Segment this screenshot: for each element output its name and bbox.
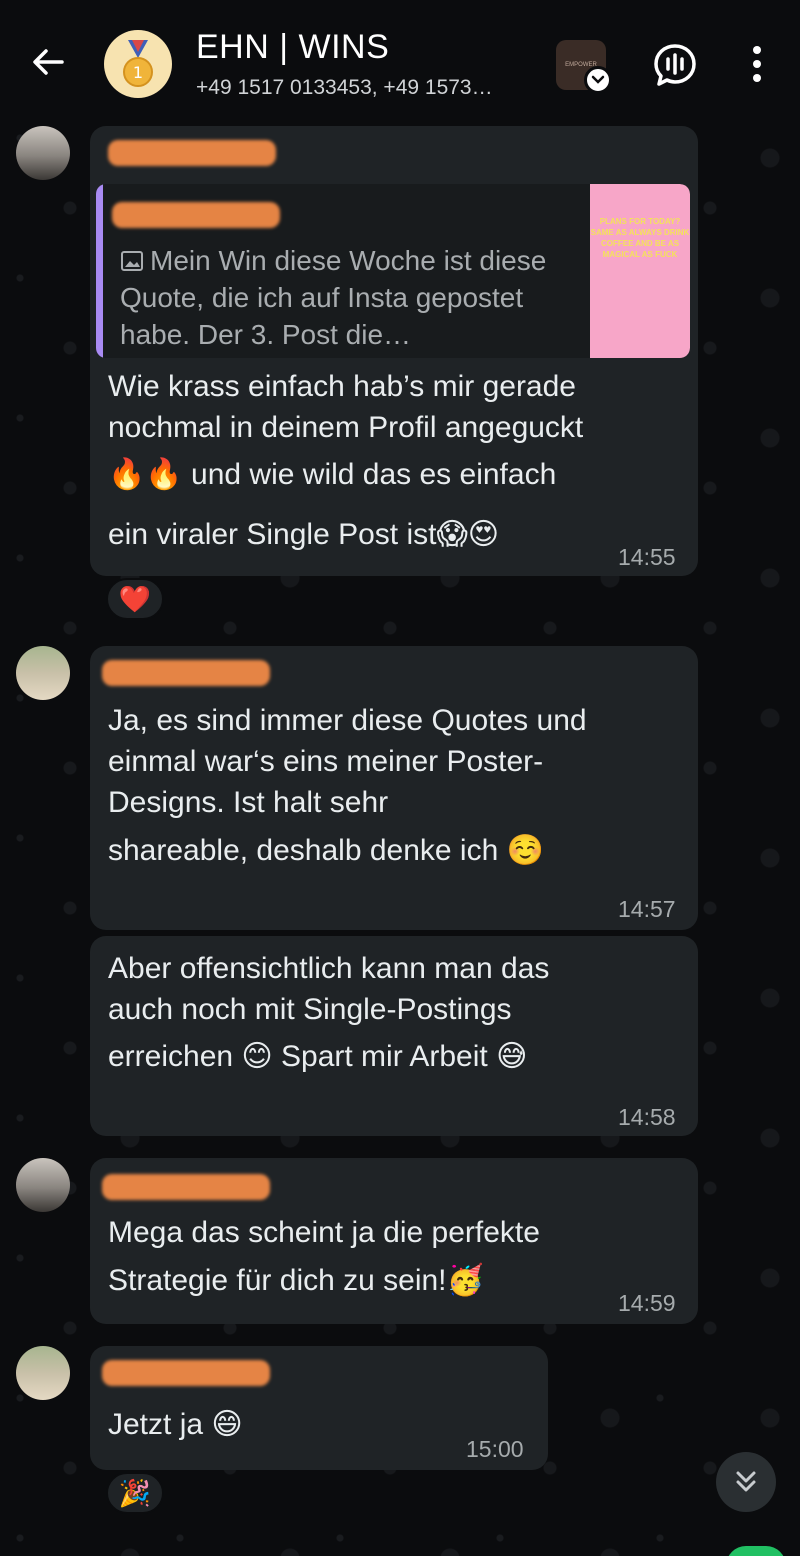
message-time: 14:59 (618, 1290, 676, 1316)
quote-accent-bar (96, 184, 103, 358)
chat-title[interactable]: EHN | WINS (196, 28, 389, 67)
double-chevron-down-icon (736, 1471, 756, 1492)
redacted-sender-name (102, 1360, 270, 1386)
redacted-sender-name (102, 660, 270, 686)
message-text-line: ein viraler Single Post ist😱😍 (108, 518, 500, 551)
message-text: Jetzt ja 😄 (108, 1408, 243, 1441)
quoted-image-thumbnail: PLANS FOR TODAY? SAME AS ALWAYS DRINK CO… (590, 184, 690, 358)
message-time: 14:58 (618, 1104, 676, 1130)
quoted-message[interactable]: Mein Win diese Woche ist diese Quote, di… (96, 184, 690, 358)
message-time: 14:55 (618, 544, 676, 570)
back-arrow-icon[interactable] (28, 42, 68, 82)
message-text: Ja, es sind immer diese Quotes und einma… (108, 704, 587, 819)
scroll-to-bottom-button[interactable] (716, 1452, 776, 1512)
message-text: Aber offensichtlich kann man das auch no… (108, 952, 550, 1026)
message-text: Wie krass einfach hab’s mir gerade nochm… (108, 370, 584, 444)
redacted-quoted-sender (112, 202, 280, 228)
participants-list[interactable]: +49 1517 0133453, +49 1573… (196, 76, 493, 100)
sender-avatar[interactable] (16, 1158, 70, 1212)
message-text-line: shareable, deshalb denke ich ☺️ (108, 834, 544, 867)
message-text-line: Strategie für dich zu sein!🥳 (108, 1264, 484, 1297)
redacted-sender-name (102, 1174, 270, 1200)
group-avatar[interactable]: 1 (104, 30, 172, 98)
svg-text:1: 1 (133, 63, 143, 82)
sender-avatar[interactable] (16, 1346, 70, 1400)
quoted-text: Mein Win diese Woche ist diese Quote, di… (120, 245, 547, 350)
message-time: 14:57 (618, 896, 676, 922)
image-icon (121, 251, 143, 271)
chevron-down-icon (591, 75, 605, 84)
voice-chat-icon[interactable] (652, 42, 698, 88)
gold-medal-icon: 1 (123, 40, 153, 87)
community-dropdown-badge[interactable] (584, 66, 612, 94)
reaction-badge[interactable]: ❤️ (106, 578, 164, 620)
chat-header: 1 EHN | WINS +49 1517 0133453, +49 1573…… (0, 0, 800, 118)
message-time: 15:00 (466, 1436, 524, 1462)
sender-avatar[interactable] (16, 126, 70, 180)
more-vertical-icon[interactable] (748, 44, 766, 84)
message-text-line: erreichen 😊 Spart mir Arbeit 😅 (108, 1040, 528, 1073)
sender-avatar[interactable] (16, 646, 70, 700)
message-text-line: 🔥🔥 und wie wild das es einfach (108, 458, 557, 491)
message-text: Mega das scheint ja die perfekte (108, 1216, 540, 1249)
reaction-badge[interactable]: 🎉 (106, 1472, 164, 1514)
redacted-sender-name (108, 140, 276, 166)
